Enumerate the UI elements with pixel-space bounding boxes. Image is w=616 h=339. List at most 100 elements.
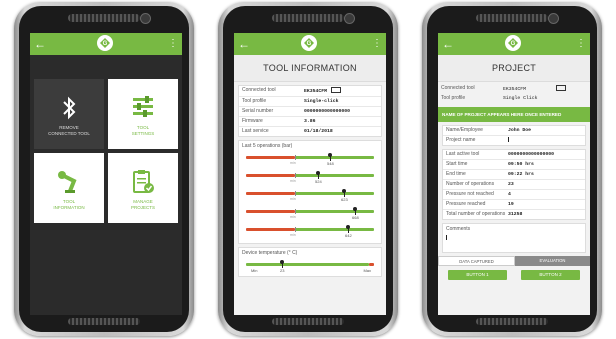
row-label: Project name [446,137,476,143]
info-row: Tool profile Single-click [239,97,381,107]
kebab-menu-icon[interactable]: ⋮ [168,36,178,52]
comments-field[interactable]: Comments [442,223,586,253]
tool-info-card: Connected tool EK354CFM Tool profile Singl… [238,85,382,137]
tool-information-screen: ← G ⋮ TOOL INFORMATION Connected tool EK3… [234,33,386,315]
front-camera [548,13,559,24]
gauge-min-label: Min [251,268,258,273]
sliders-icon [108,95,178,121]
g-logo-icon: G [505,35,521,51]
info-row: Connected tool EK354CFM [239,86,381,97]
bluetooth-icon [34,95,104,121]
battery-icon [556,85,567,91]
info-row: Last active tool 0000000000000000 [443,150,585,160]
info-row: Total number of operations 31258 [443,210,585,219]
front-camera [140,13,151,24]
stats-card: Last active tool 0000000000000000 Start t… [442,149,586,220]
gauge-track [246,263,369,266]
employee-value: John Doe [508,128,532,133]
row-label: End time [446,171,466,177]
tab-evaluation[interactable]: EVALUATION [515,256,590,266]
row-value: 19 [508,202,514,207]
tool-settings-tile[interactable]: TOOL SETTINGS [108,79,178,149]
info-row: Tool profile Single Click [438,94,590,103]
gauge-threshold-tick [295,209,296,214]
row-value: Single Click [503,96,538,101]
robot-arm-icon [34,169,104,195]
project-name-input[interactable] [508,136,582,145]
tab-data-captured[interactable]: DATA CAPTURED [438,256,515,266]
row-value: 4 [508,192,511,197]
clipboard-check-icon [108,169,178,195]
row-label: Pressure not reached [446,191,494,197]
speaker-grille [476,14,548,22]
gauge-ok-zone [295,174,374,177]
tile-label: MANAGE PROJECTS [130,199,155,210]
home-screen: ← G ⋮ REMOVE CONNECTED TOOL TOOL SETTINGS … [30,33,182,315]
row-value: 09:50 hrs [508,162,534,167]
row-label: Total number of operations [446,211,506,217]
gauge-max-zone [369,263,374,266]
row-value: EK354CFM [503,84,587,94]
info-row: Connected tool EK354CFM [438,84,590,94]
info-row: Pressure reached 19 [443,200,585,210]
comments-label: Comments [446,226,471,232]
gauge-value-label: 548 [327,161,334,166]
button-2[interactable]: BUTTON 2 [521,270,580,280]
arrow-left-icon[interactable]: ← [238,36,250,52]
page-title: TOOL INFORMATION [234,55,386,82]
operation-gauge: min 548 [243,151,377,169]
text-cursor [446,235,447,240]
kebab-menu-icon[interactable]: ⋮ [576,36,586,52]
info-row: Last service 01/18/2018 [239,127,381,136]
battery-icon [331,87,342,93]
row-label: Last service [242,128,269,134]
employee-card: Name/Employee John Doe Project name [442,125,586,146]
gauge-max-label: Max [363,268,371,273]
arrow-left-icon[interactable]: ← [34,36,46,52]
temperature-title: Device temperature (° C) [242,250,298,256]
page-title: PROJECT [438,55,590,82]
manage-projects-tile[interactable]: MANAGE PROJECTS [108,153,178,223]
kebab-menu-icon[interactable]: ⋮ [372,36,382,52]
operations-title: Last 5 operations (bar) [242,143,293,149]
temperature-card: Device temperature (° C) Min 23 Max [238,247,382,277]
row-label: Tool profile [441,95,466,101]
gauge-value-label: 623 [341,197,348,202]
project-tabs: DATA CAPTURED EVALUATION [438,256,590,266]
gauge-ok-zone [295,210,374,213]
app-bar: ← G ⋮ [438,33,590,55]
gauge-value-label: 642 [345,233,352,238]
info-row[interactable]: Project name [443,136,585,145]
tool-information-tile[interactable]: TOOL INFORMATION [34,153,104,223]
gauge-threshold-tick [295,191,296,196]
info-row: Start time 09:50 hrs [443,160,585,170]
speaker-grille [68,14,140,22]
svg-text:G: G [511,41,516,47]
info-row: Serial number 0000000000000000 [239,107,381,117]
tile-label: TOOL INFORMATION [53,199,85,210]
gauge-low-zone [246,228,295,231]
remove-connected-tool-tile[interactable]: REMOVE CONNECTED TOOL [34,79,104,149]
arrow-left-icon[interactable]: ← [442,36,454,52]
row-value: 0000000000000000 [508,152,555,157]
bottom-speaker-grille [272,318,344,325]
row-label: Last active tool [446,151,480,157]
svg-text:G: G [103,41,108,47]
row-value: Single-click [304,99,339,104]
button-1[interactable]: BUTTON 1 [448,270,507,280]
gauge-low-zone [246,156,295,159]
operations-gauges: min 548 min 524 min 623 min 668 min 642 [239,151,381,241]
row-label: Serial number [242,108,274,114]
operations-card: Last 5 operations (bar) min 548 min 524 min 6… [238,140,382,244]
info-row: Firmware 3.86 [239,117,381,127]
row-value: 23 [508,182,514,187]
bottom-speaker-grille [68,318,140,325]
gauge-ok-zone [295,192,374,195]
info-row: Pressure not reached 4 [443,190,585,200]
gauge-min-label: min [290,161,296,165]
bottom-speaker-grille [476,318,548,325]
speaker-grille [272,14,344,22]
gauge-low-zone [246,192,295,195]
row-label: Connected tool [242,87,276,93]
gauge-min-label: min [290,197,296,201]
